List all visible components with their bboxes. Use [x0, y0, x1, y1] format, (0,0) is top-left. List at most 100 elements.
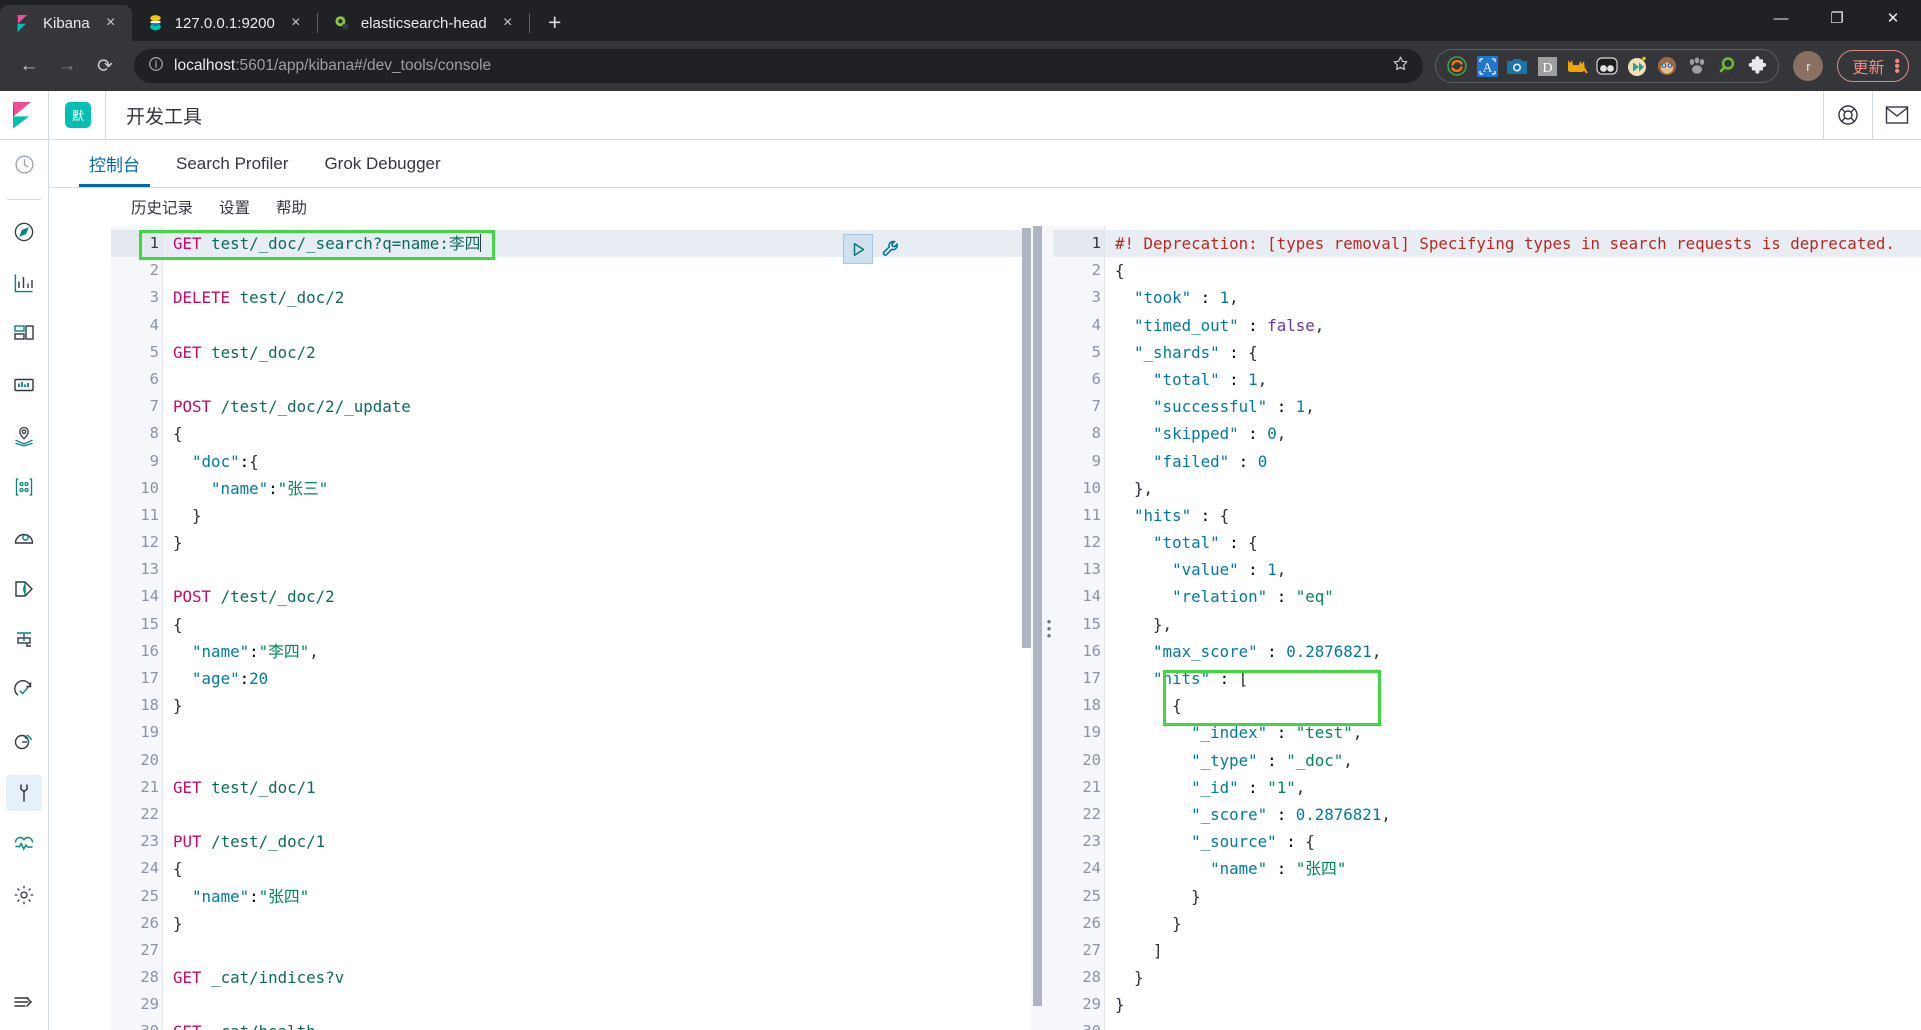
sync-refresh-extension-icon[interactable] [1443, 52, 1471, 80]
magnifier-extension-icon[interactable] [1713, 52, 1741, 80]
send-request-play-icon[interactable] [843, 234, 873, 264]
sidebar-item-uptime[interactable] [6, 673, 42, 709]
code-line[interactable]: }, [1105, 611, 1921, 638]
code-line[interactable]: POST /test/_doc/2 [163, 583, 1031, 610]
tab-grok-debugger[interactable]: Grok Debugger [306, 140, 458, 187]
sidebar-item-visualize[interactable] [6, 265, 42, 301]
d-dictionary-extension-icon[interactable]: D [1533, 52, 1561, 80]
forward-icon[interactable]: → [50, 49, 84, 83]
code-line[interactable]: "max_score" : 0.2876821, [1105, 638, 1921, 665]
puzzle-extensions-menu-icon[interactable] [1743, 52, 1771, 80]
sidebar-item-management[interactable] [6, 877, 42, 913]
window-close-button[interactable]: ✕ [1865, 0, 1921, 36]
submenu-history[interactable]: 历史记录 [131, 196, 193, 218]
code-line[interactable]: "value" : 1, [1105, 556, 1921, 583]
browser-tab-kibana[interactable]: Kibana × [0, 5, 132, 41]
sidebar-item-apm[interactable] [6, 622, 42, 658]
kebab-menu-icon[interactable]: • • • [1894, 53, 1900, 79]
newsfeed-mail-icon[interactable] [1872, 90, 1921, 140]
code-line[interactable]: "total" : 1, [1105, 366, 1921, 393]
browser-tab-elasticsearch[interactable]: 127.0.0.1:9200 × [132, 5, 317, 41]
space-badge[interactable]: 默 [65, 102, 91, 128]
reload-icon[interactable]: ⟳ [88, 49, 122, 83]
kibana-logo[interactable] [0, 90, 49, 140]
help-lifebuoy-icon[interactable] [1823, 90, 1872, 140]
code-line[interactable]: "hits" : [ [1105, 665, 1921, 692]
code-line[interactable]: } [163, 692, 1031, 719]
sidebar-item-dev-tools[interactable] [6, 775, 42, 811]
splitter-grip-icon[interactable]: • • • [1047, 615, 1052, 642]
code-line[interactable]: "_source" : { [1105, 828, 1921, 855]
code-line[interactable] [163, 719, 1031, 746]
response-code[interactable]: #! Deprecation: [types removal] Specifyi… [1105, 226, 1921, 1030]
sidebar-collapse-button[interactable] [6, 984, 42, 1020]
browser-tab-close-icon[interactable]: × [100, 12, 122, 34]
submenu-settings[interactable]: 设置 [219, 196, 250, 218]
code-line[interactable]: "_id" : "1", [1105, 774, 1921, 801]
code-line[interactable]: "name" : "张四" [1105, 855, 1921, 882]
request-editor-pane[interactable]: 12345678▾9▾1011▴12▴131415▾161718▴1920212… [111, 226, 1031, 1030]
request-options-wrench-icon[interactable] [879, 237, 903, 261]
new-tab-button[interactable]: + [538, 5, 572, 39]
sidebar-item-monitoring[interactable] [6, 826, 42, 862]
code-line[interactable]: "took" : 1, [1105, 284, 1921, 311]
paw-extension-icon[interactable] [1683, 52, 1711, 80]
tab-search-profiler[interactable]: Search Profiler [158, 140, 306, 187]
request-editor-scrollbar[interactable] [1022, 226, 1031, 1030]
browser-tab-elasticsearch-head[interactable]: elasticsearch-head × [318, 5, 529, 41]
code-line[interactable]: DELETE test/_doc/2 [163, 284, 1031, 311]
code-line[interactable]: GET test/_doc/2 [163, 339, 1031, 366]
disc-player-extension-icon[interactable] [1623, 52, 1651, 80]
code-line[interactable]: { [163, 611, 1031, 638]
submenu-help[interactable]: 帮助 [276, 196, 307, 218]
code-line[interactable]: { [163, 420, 1031, 447]
code-line[interactable] [163, 366, 1031, 393]
code-line[interactable]: ] [1105, 937, 1921, 964]
code-line[interactable]: "timed_out" : false, [1105, 312, 1921, 339]
code-line[interactable]: "name":"张三" [163, 475, 1031, 502]
pane-splitter[interactable]: • • • [1031, 226, 1053, 1030]
browser-tab-close-icon[interactable]: × [285, 12, 307, 34]
code-line[interactable]: POST /test/_doc/2/_update [163, 393, 1031, 420]
code-line[interactable]: GET test/_doc/1 [163, 774, 1031, 801]
code-line[interactable]: } [163, 502, 1031, 529]
window-maximize-button[interactable]: ❐ [1809, 0, 1865, 36]
code-line[interactable] [163, 312, 1031, 339]
code-line[interactable]: "age":20 [163, 665, 1031, 692]
code-line[interactable] [163, 991, 1031, 1018]
sidebar-item-logs[interactable] [6, 571, 42, 607]
code-line[interactable]: "name":"李四", [163, 638, 1031, 665]
code-line[interactable]: { [163, 855, 1031, 882]
code-line[interactable]: } [1105, 964, 1921, 991]
sidebar-item-discover[interactable] [6, 214, 42, 250]
tab-console[interactable]: 控制台 [71, 140, 158, 187]
code-line[interactable]: "skipped" : 0, [1105, 420, 1921, 447]
sidebar-item-machine-learning[interactable] [6, 469, 42, 505]
star-icon[interactable] [1392, 55, 1415, 77]
code-line[interactable] [163, 556, 1031, 583]
code-line[interactable]: #! Deprecation: [types removal] Specifyi… [1105, 230, 1921, 258]
code-line[interactable] [163, 801, 1031, 828]
code-line[interactable]: "_index" : "test", [1105, 719, 1921, 746]
sidebar-item-canvas[interactable] [6, 367, 42, 403]
code-line[interactable] [163, 937, 1031, 964]
code-line[interactable]: "name":"张四" [163, 883, 1031, 910]
code-line[interactable]: } [163, 910, 1031, 937]
browser-update-button[interactable]: 更新 • • • [1837, 50, 1909, 82]
code-line[interactable]: "_type" : "_doc", [1105, 747, 1921, 774]
monkey-extension-icon[interactable] [1653, 52, 1681, 80]
sidebar-item-siem[interactable] [6, 724, 42, 760]
response-pane[interactable]: 12▾345▾678910▴11▾12▾131415▴1617▾18▾19202… [1053, 226, 1921, 1030]
code-line[interactable]: "total" : { [1105, 529, 1921, 556]
code-line[interactable]: "doc":{ [163, 448, 1031, 475]
code-line[interactable]: { [1105, 692, 1921, 719]
code-line[interactable] [163, 747, 1031, 774]
back-icon[interactable]: ← [12, 49, 46, 83]
site-info-icon[interactable] [148, 56, 164, 77]
code-line[interactable]: GET _cat/health [163, 1018, 1031, 1030]
code-line[interactable]: } [1105, 910, 1921, 937]
sidebar-item-infrastructure[interactable] [6, 520, 42, 556]
code-line[interactable] [1105, 1018, 1921, 1030]
sidebar-item-dashboard[interactable] [6, 316, 42, 352]
browser-tab-close-icon[interactable]: × [497, 12, 519, 34]
